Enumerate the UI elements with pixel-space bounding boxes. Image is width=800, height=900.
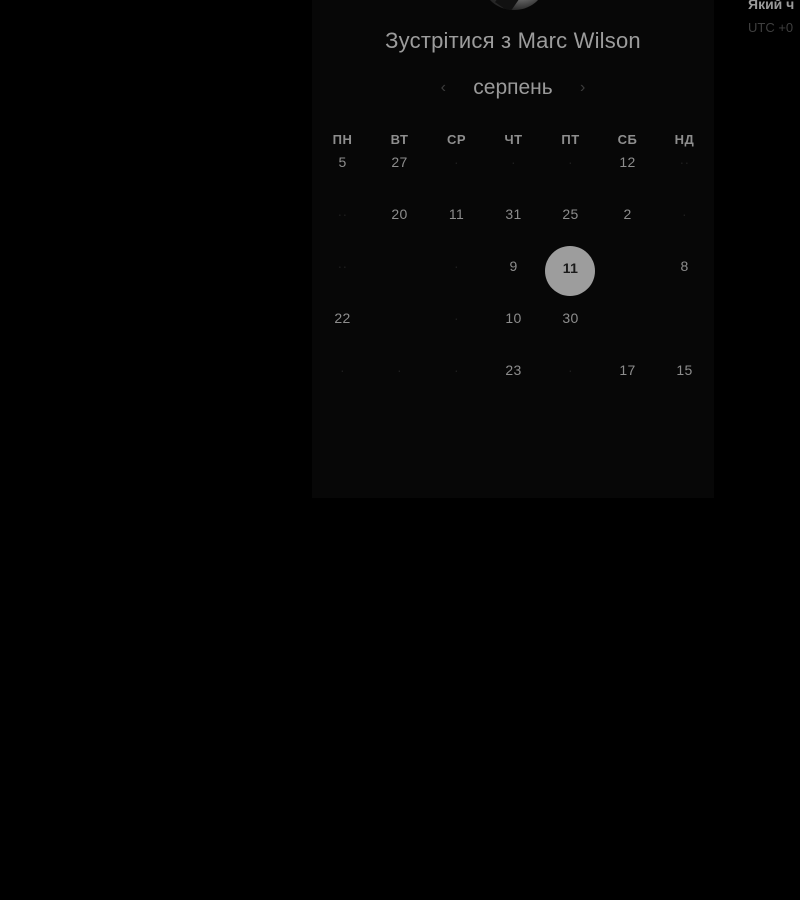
calendar-day[interactable]: 10 [485, 308, 542, 360]
calendar-day: · [428, 360, 485, 412]
weekday-label: ПН [332, 132, 353, 147]
calendar-day[interactable]: 9 [485, 256, 542, 308]
day-number: 5 [338, 154, 347, 170]
time-panel-title: Який ч [748, 0, 795, 12]
day-number: ·· [337, 258, 348, 274]
calendar-day: ·· [314, 204, 371, 256]
calendar-day [599, 308, 656, 360]
calendar-day[interactable]: 15 [656, 360, 713, 412]
calendar-day [599, 256, 656, 308]
day-number: · [568, 154, 573, 170]
time-panel: Який ч UTC +0 [748, 0, 800, 40]
next-month-icon[interactable]: › [571, 79, 595, 97]
day-number: 20 [391, 206, 408, 222]
day-number: 11 [562, 260, 579, 276]
day-number: 23 [505, 362, 522, 378]
calendar-day: ·· [656, 152, 713, 204]
calendar-day[interactable]: 20 [371, 204, 428, 256]
month-navigation: ‹ серпень › [312, 74, 714, 102]
calendar-day [656, 308, 713, 360]
day-number: 2 [623, 206, 632, 222]
weekday-label: СБ [617, 132, 638, 147]
calendar-day[interactable]: 12 [599, 152, 656, 204]
day-number: · [454, 362, 459, 378]
day-number: 25 [562, 206, 579, 222]
day-number: 22 [334, 310, 351, 326]
day-number: ·· [337, 206, 348, 222]
calendar-day[interactable]: 5 [314, 152, 371, 204]
day-number: 9 [509, 258, 518, 274]
calendar-day: · [314, 360, 371, 412]
day-number: 31 [505, 206, 522, 222]
calendar-day: · [428, 256, 485, 308]
weekday-label: ЧТ [504, 132, 523, 147]
calendar-day: ·· [314, 256, 371, 308]
selected-day[interactable]: 11 [542, 246, 599, 308]
calendar-day[interactable]: 27 [371, 152, 428, 204]
day-number: · [454, 154, 459, 170]
day-number: 15 [676, 362, 693, 378]
day-number: 10 [505, 310, 522, 326]
calendar-day [371, 256, 428, 308]
day-number: 12 [619, 154, 636, 170]
calendar-day[interactable]: 11 [428, 204, 485, 256]
day-number: 11 [448, 206, 465, 222]
day-number: · [511, 154, 516, 170]
calendar-day[interactable]: 31 [485, 204, 542, 256]
day-number: · [397, 362, 402, 378]
page: Зустрітися з Marc Wilson ‹ серпень › ПН … [0, 0, 800, 900]
day-number: 30 [562, 310, 579, 326]
meeting-title: Зустрітися з Marc Wilson [385, 28, 641, 53]
calendar-day [371, 308, 428, 360]
calendar-day: · [542, 360, 599, 412]
day-number: · [340, 362, 345, 378]
calendar-day[interactable]: 17 [599, 360, 656, 412]
day-number: 17 [619, 362, 636, 378]
day-number: ·· [679, 154, 690, 170]
calendar-day[interactable]: 8 [656, 256, 713, 308]
calendar-day: · [656, 204, 713, 256]
calendar-day: · [485, 152, 542, 204]
day-number: · [454, 310, 459, 326]
calendar-day: · [428, 308, 485, 360]
weekday-header: ПН ВТ СР ЧТ ПТ СБ НД [314, 132, 714, 147]
calendar-day[interactable]: 22 [314, 308, 371, 360]
weekday-label: НД [674, 132, 695, 147]
timezone-label: UTC +0 [748, 20, 794, 35]
day-number: · [682, 206, 687, 222]
weekday-label: ВТ [390, 132, 409, 147]
prev-month-icon[interactable]: ‹ [431, 79, 455, 97]
day-number: · [454, 258, 459, 274]
month-label: серпень [473, 76, 553, 99]
calendar-day-grid: 5 27 · · · 12 ·· ·· 20 11 31 25 2 · ·· · 9 11 8 22 · 10 30 · · · 2… [314, 152, 714, 412]
calendar-day[interactable]: 2 [599, 204, 656, 256]
calendar-day[interactable]: 30 [542, 308, 599, 360]
day-number: 27 [391, 154, 408, 170]
calendar-day: · [542, 152, 599, 204]
weekday-label: СР [446, 132, 467, 147]
weekday-label: ПТ [561, 132, 580, 147]
calendar-day[interactable]: 23 [485, 360, 542, 412]
calendar-day: · [371, 360, 428, 412]
day-number: · [568, 362, 573, 378]
day-number: 8 [680, 258, 689, 274]
calendar-day: · [428, 152, 485, 204]
